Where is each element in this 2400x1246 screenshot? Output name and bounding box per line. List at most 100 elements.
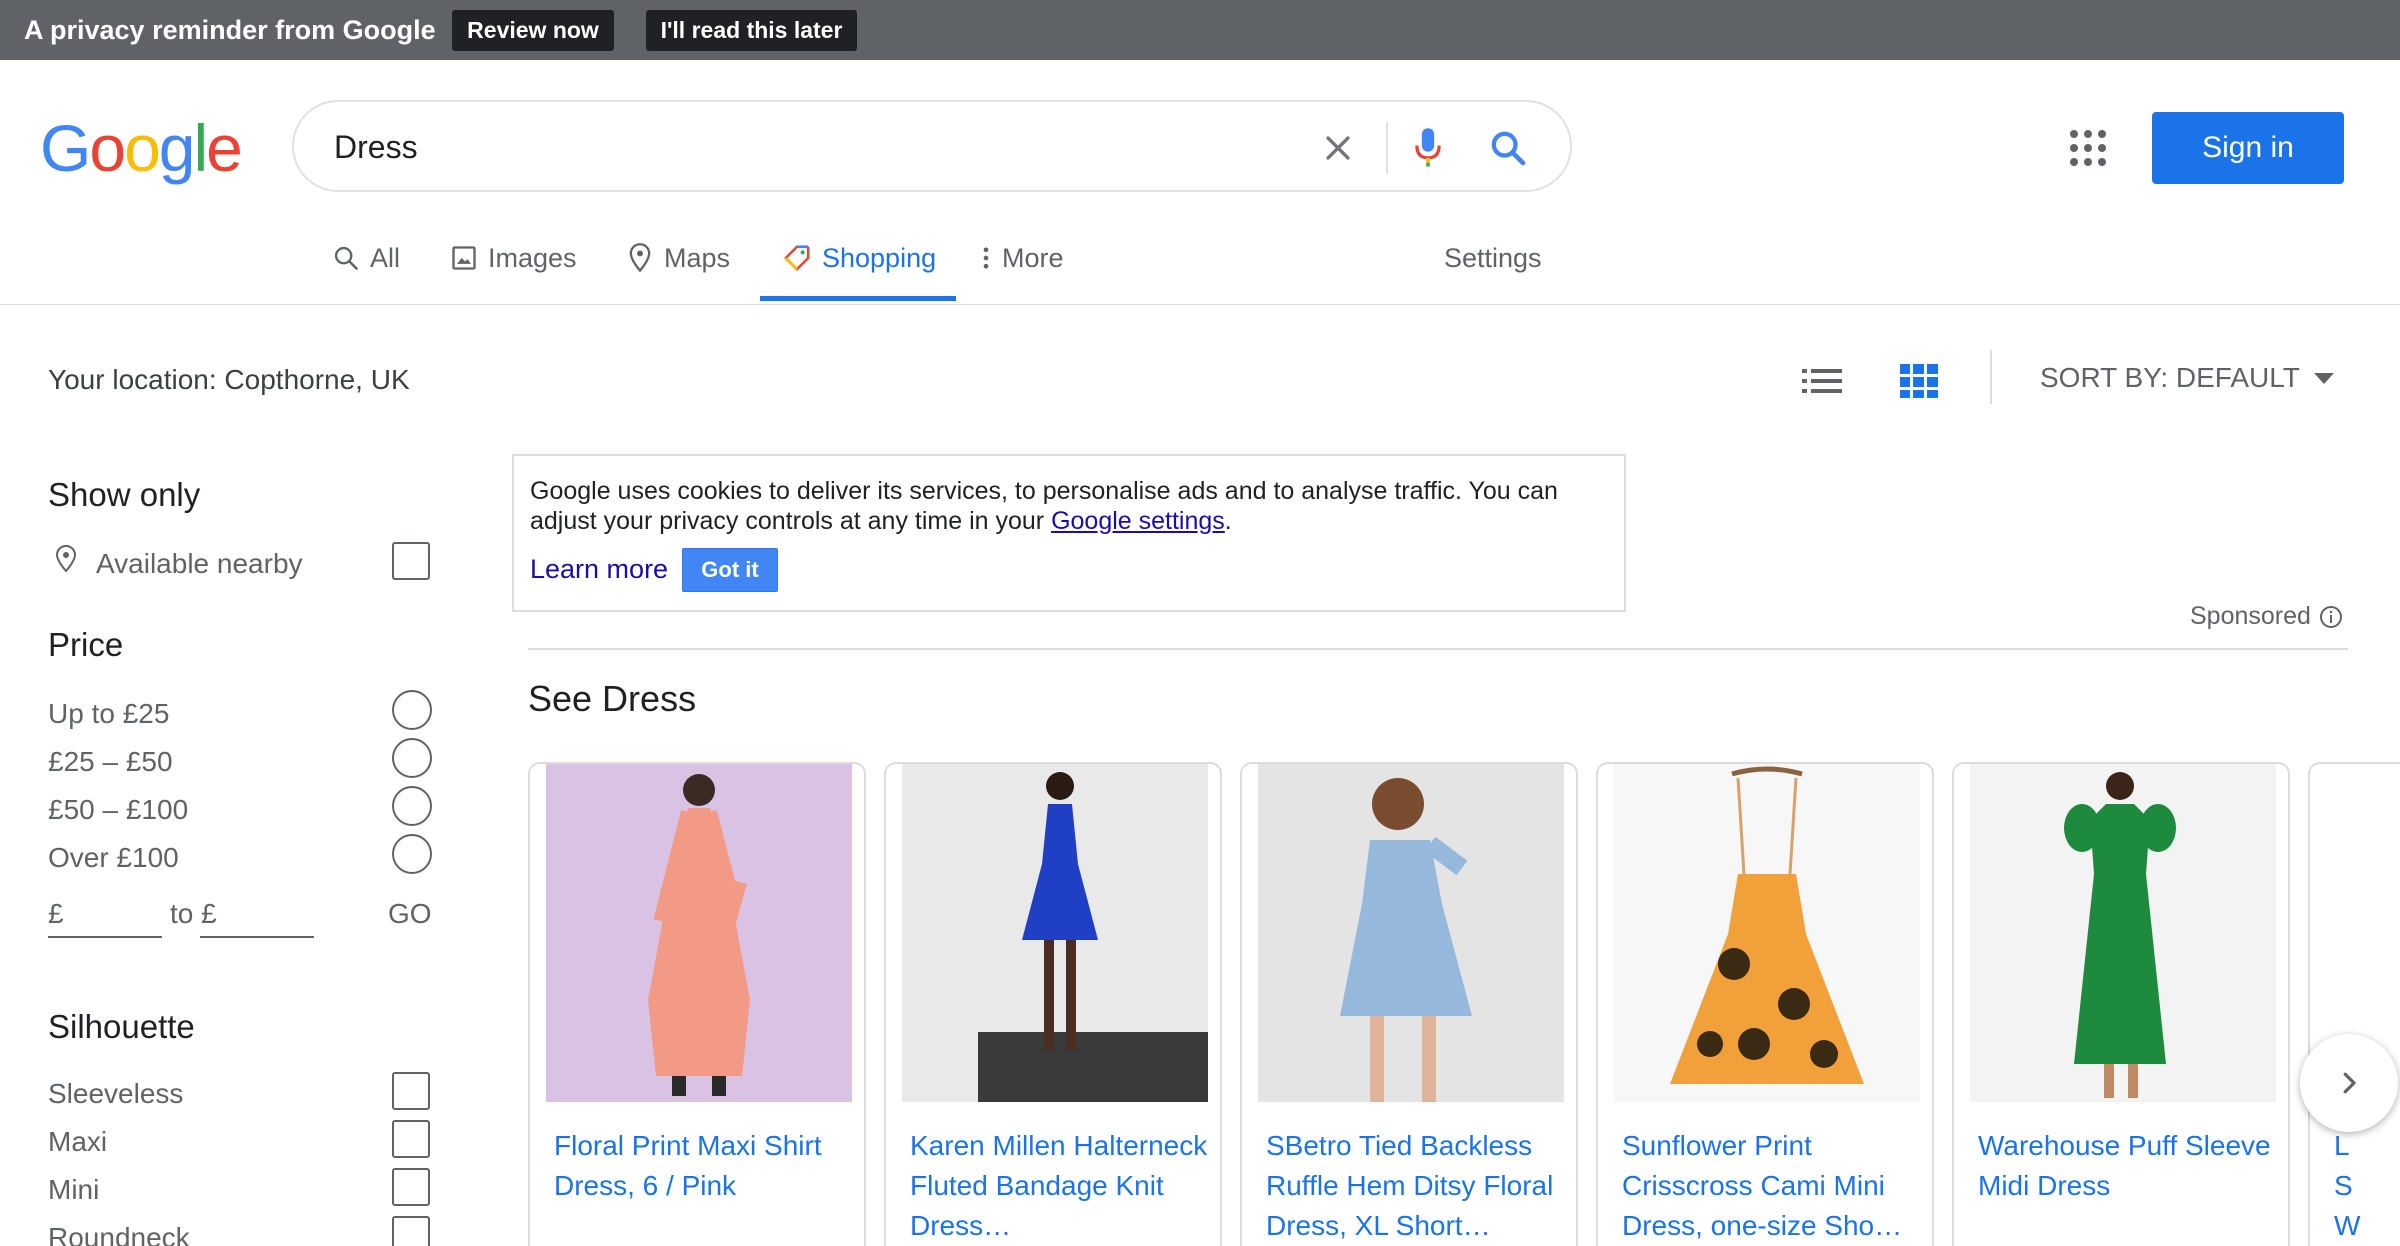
section-title: See Dress bbox=[528, 678, 697, 719]
logo-letter: o bbox=[124, 111, 161, 185]
tab-more[interactable]: More bbox=[980, 236, 1064, 280]
available-nearby-checkbox[interactable] bbox=[392, 542, 430, 580]
tab-shopping[interactable]: Shopping bbox=[782, 236, 936, 280]
tab-label: All bbox=[370, 242, 401, 273]
logo-letter: g bbox=[158, 111, 196, 185]
search-icon[interactable] bbox=[1482, 122, 1534, 174]
apps-grid-icon[interactable] bbox=[2068, 128, 2108, 168]
product-title[interactable]: Warehouse Puff Sleeve Midi Dress bbox=[1978, 1126, 2278, 1206]
product-title-partial[interactable]: L S W bbox=[2334, 1126, 2394, 1246]
location-pin-icon bbox=[54, 544, 78, 579]
silhouette-option-label: Sleeveless bbox=[48, 1078, 184, 1109]
logo-letter: G bbox=[40, 111, 91, 185]
chevron-right-icon bbox=[2343, 1072, 2356, 1094]
more-vert-icon bbox=[983, 247, 989, 269]
cookie-text: Google uses cookies to deliver its servi… bbox=[530, 476, 1610, 536]
price-option-radio[interactable] bbox=[392, 786, 432, 826]
next-products-button[interactable] bbox=[2300, 1034, 2398, 1132]
silhouette-option-label: Maxi bbox=[48, 1126, 108, 1157]
list-view-icon[interactable] bbox=[1802, 364, 1842, 398]
price-option-radio[interactable] bbox=[392, 690, 432, 730]
sponsored-label: Sponsored bbox=[2190, 602, 2343, 631]
silhouette-option-label: Mini bbox=[48, 1174, 100, 1205]
tab-images[interactable]: Images bbox=[450, 236, 577, 280]
sort-divider bbox=[1990, 350, 1992, 404]
silhouette-option-checkbox[interactable] bbox=[392, 1168, 430, 1206]
available-nearby-label: Available nearby bbox=[96, 548, 303, 579]
silhouette-option-label: Roundneck bbox=[48, 1222, 190, 1246]
partial-title-letter: L bbox=[2334, 1130, 2350, 1161]
sponsored-text: Sponsored bbox=[2190, 602, 2311, 630]
partial-title-letter: S bbox=[2334, 1170, 2353, 1201]
logo-letter: e bbox=[206, 111, 243, 185]
product-image[interactable] bbox=[902, 764, 1208, 1102]
silhouette-heading: Silhouette bbox=[48, 1008, 195, 1045]
sort-label: SORT BY: DEFAULT bbox=[2040, 362, 2300, 393]
price-go-button[interactable]: GO bbox=[388, 898, 432, 930]
cookie-period: . bbox=[1224, 507, 1232, 535]
price-option-label: Up to £25 bbox=[48, 698, 170, 729]
price-option-radio[interactable] bbox=[392, 834, 432, 874]
price-option-label: £50 – £100 bbox=[48, 794, 189, 825]
map-pin-icon bbox=[629, 243, 651, 273]
got-it-button[interactable]: Got it bbox=[682, 548, 778, 592]
product-image[interactable] bbox=[1614, 764, 1920, 1102]
section-divider bbox=[528, 648, 2348, 650]
product-card[interactable]: Warehouse Puff Sleeve Midi Dress bbox=[1952, 762, 2290, 1246]
tab-label: More bbox=[1002, 242, 1064, 273]
price-option-radio[interactable] bbox=[392, 738, 432, 778]
price-option-label: £25 – £50 bbox=[48, 746, 173, 777]
privacy-reminder-text: A privacy reminder from Google bbox=[24, 14, 436, 45]
silhouette-option-checkbox[interactable] bbox=[392, 1216, 430, 1246]
price-max-input[interactable] bbox=[200, 896, 314, 938]
header-divider bbox=[0, 304, 2400, 305]
tag-icon bbox=[784, 245, 810, 271]
location-text: Your location: Copthorne, UK bbox=[48, 364, 410, 395]
tab-label: Shopping bbox=[822, 242, 937, 273]
privacy-reminder-bar: A privacy reminder from Google Review no… bbox=[0, 0, 2400, 60]
logo-letter: l bbox=[193, 111, 209, 185]
product-title[interactable]: Karen Millen Halterneck Fluted Bandage K… bbox=[910, 1126, 1210, 1246]
search-box bbox=[292, 100, 1572, 192]
tab-all[interactable]: All bbox=[332, 236, 400, 280]
google-logo[interactable]: Google bbox=[40, 110, 243, 186]
product-card[interactable]: Sunflower Print Crisscross Cami Mini Dre… bbox=[1596, 762, 1934, 1246]
product-title[interactable]: Sunflower Print Crisscross Cami Mini Dre… bbox=[1622, 1126, 1922, 1246]
search-icon bbox=[334, 246, 358, 270]
image-icon bbox=[452, 246, 476, 270]
product-card[interactable]: Karen Millen Halterneck Fluted Bandage K… bbox=[884, 762, 1222, 1246]
google-settings-link[interactable]: Google settings bbox=[1051, 507, 1225, 535]
search-input[interactable] bbox=[334, 124, 1234, 170]
cookie-notice: Google uses cookies to deliver its servi… bbox=[512, 454, 1626, 612]
learn-more-link[interactable]: Learn more bbox=[530, 554, 668, 585]
tab-maps[interactable]: Maps bbox=[626, 236, 730, 280]
microphone-icon[interactable] bbox=[1404, 122, 1452, 174]
product-card[interactable]: SBetro Tied Backless Ruffle Hem Ditsy Fl… bbox=[1240, 762, 1578, 1246]
product-image[interactable] bbox=[1258, 764, 1564, 1102]
grid-view-icon[interactable] bbox=[1900, 362, 1938, 400]
product-card[interactable]: Floral Print Maxi Shirt Dress, 6 / Pink bbox=[528, 762, 866, 1246]
cookie-message: Google uses cookies to deliver its servi… bbox=[530, 477, 1558, 535]
sort-dropdown[interactable]: SORT BY: DEFAULT bbox=[2040, 362, 2334, 394]
product-image[interactable] bbox=[1970, 764, 2276, 1102]
logo-letter: o bbox=[89, 111, 126, 185]
active-tab-indicator bbox=[760, 296, 956, 301]
partial-title-letter: W bbox=[2334, 1210, 2361, 1241]
clear-icon[interactable] bbox=[1314, 124, 1362, 172]
product-card-partial[interactable]: L S W bbox=[2308, 762, 2400, 1246]
product-title[interactable]: SBetro Tied Backless Ruffle Hem Ditsy Fl… bbox=[1266, 1126, 1566, 1246]
product-image[interactable] bbox=[546, 764, 852, 1102]
review-now-button[interactable]: Review now bbox=[452, 10, 614, 51]
sign-in-button[interactable]: Sign in bbox=[2152, 112, 2344, 184]
info-icon[interactable] bbox=[2319, 605, 2343, 629]
tab-settings[interactable]: Settings bbox=[1444, 236, 1542, 280]
price-heading: Price bbox=[48, 626, 124, 663]
price-min-input[interactable] bbox=[48, 896, 162, 938]
read-later-button[interactable]: I'll read this later bbox=[646, 10, 857, 51]
silhouette-option-checkbox[interactable] bbox=[392, 1072, 430, 1110]
tab-label: Settings bbox=[1444, 242, 1542, 273]
silhouette-option-checkbox[interactable] bbox=[392, 1120, 430, 1158]
show-only-heading: Show only bbox=[48, 476, 201, 513]
caret-down-icon bbox=[2313, 372, 2334, 384]
product-title[interactable]: Floral Print Maxi Shirt Dress, 6 / Pink bbox=[554, 1126, 854, 1206]
